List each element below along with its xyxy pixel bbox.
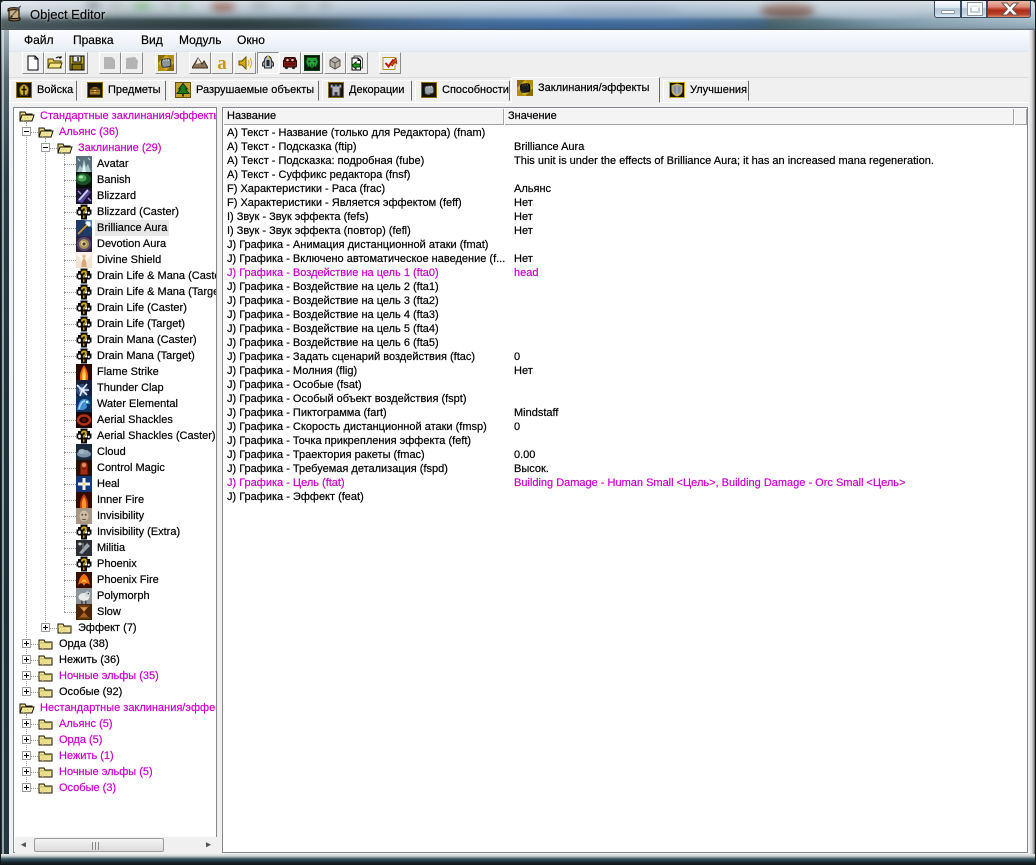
- svg-text:a: a: [217, 55, 227, 71]
